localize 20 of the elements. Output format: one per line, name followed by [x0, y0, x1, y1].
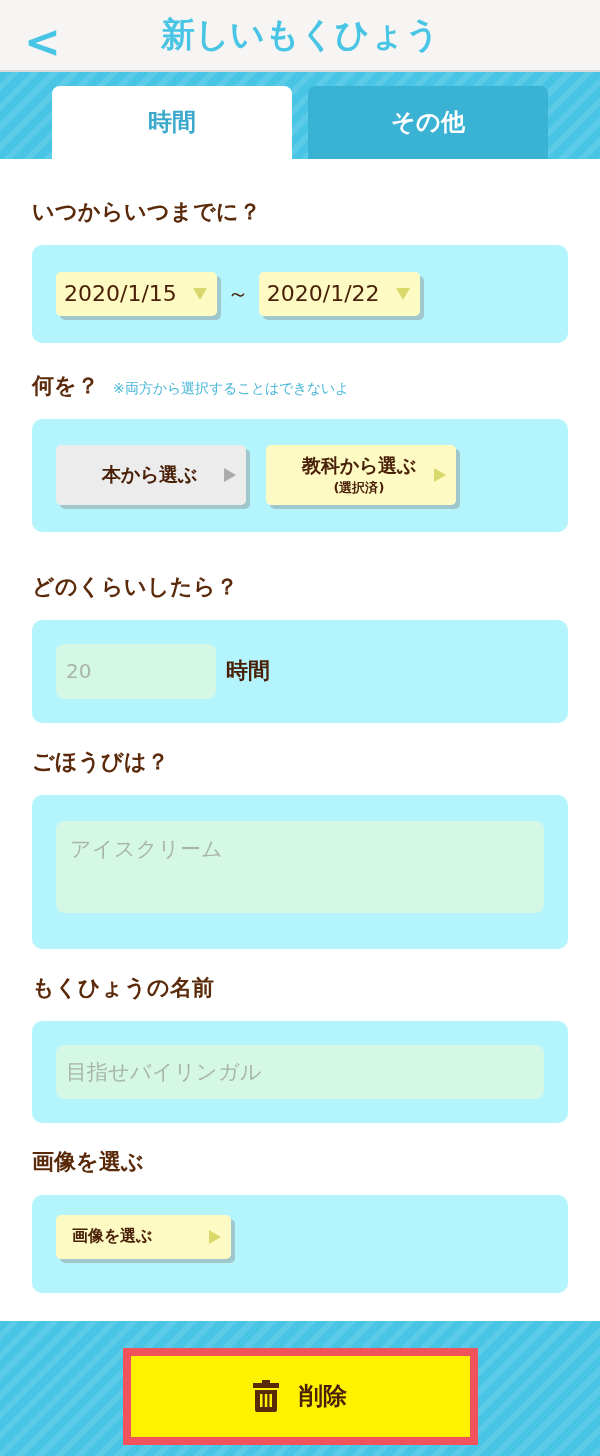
- page-title: 新しいもくひょう: [160, 12, 440, 56]
- section-label: ごほうびは？: [32, 747, 170, 776]
- triangle-icon: [209, 1229, 221, 1244]
- note-text: ※両方から選択することはできないよ: [113, 379, 349, 398]
- triangle-icon: [192, 287, 207, 300]
- unit-label: 時間: [226, 657, 270, 686]
- triangle-icon: [434, 468, 446, 483]
- trash-icon: [253, 1380, 279, 1413]
- section-label: いつからいつまでに？: [32, 197, 262, 226]
- section-label: 画像を選ぶ: [32, 1147, 145, 1176]
- range-separator: ～: [226, 279, 249, 308]
- hours-field[interactable]: 20: [56, 643, 216, 699]
- delete-button[interactable]: 削除: [122, 1347, 478, 1445]
- section-label: どのくらいしたら？: [32, 572, 239, 601]
- section-label: もくひょうの名前: [32, 973, 215, 1002]
- triangle-icon: [224, 468, 236, 483]
- goal-name-field[interactable]: 目指せバイリンガル: [56, 1044, 544, 1099]
- reward-field[interactable]: アイスクリーム: [56, 820, 544, 913]
- triangle-icon: [395, 287, 410, 300]
- section-label: 何を？: [32, 371, 99, 400]
